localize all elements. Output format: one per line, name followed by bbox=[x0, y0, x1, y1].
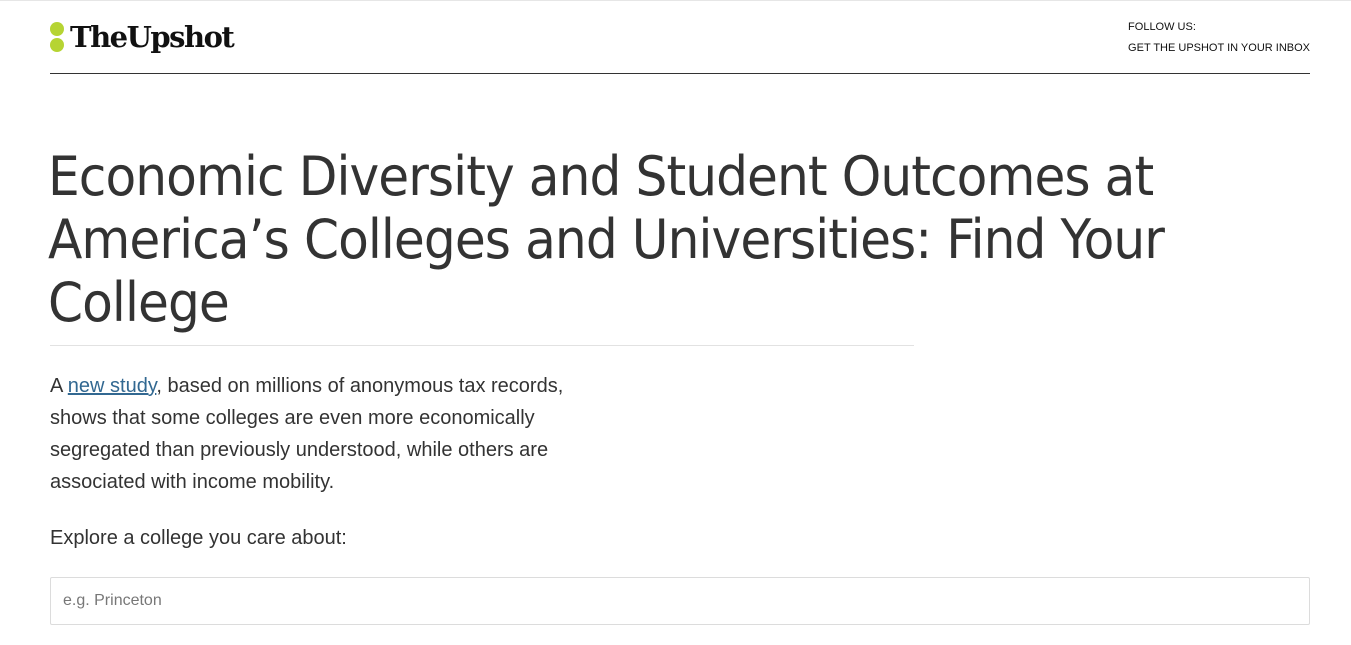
headline-divider bbox=[50, 345, 914, 346]
logo-dots-icon bbox=[50, 20, 66, 54]
logo-text: TheUpshot bbox=[70, 20, 235, 54]
intro-text: segregated than previously understood, w… bbox=[50, 439, 549, 461]
header-links: FOLLOW US: GET THE UPSHOT IN YOUR INBOX bbox=[1128, 18, 1310, 60]
intro-text: shows that some colleges are even more e… bbox=[50, 407, 535, 429]
college-search-input[interactable] bbox=[50, 577, 1310, 625]
intro-text: associated with income mobility. bbox=[50, 471, 335, 493]
newsletter-link[interactable]: GET THE UPSHOT IN YOUR INBOX bbox=[1128, 42, 1310, 54]
intro-prefix: A bbox=[50, 375, 68, 397]
new-study-link[interactable]: new study bbox=[68, 375, 157, 397]
headline-line: America’s Colleges and Universities: Fin… bbox=[48, 208, 1165, 271]
intro-text: , based on millions of anonymous tax rec… bbox=[156, 375, 564, 397]
site-header: TheUpshot FOLLOW US: GET THE UPSHOT IN Y… bbox=[50, 0, 1310, 74]
follow-us-label: FOLLOW US: bbox=[1128, 21, 1196, 33]
intro-paragraph: A new study, based on millions of anonym… bbox=[50, 370, 630, 498]
upshot-logo[interactable]: TheUpshot bbox=[50, 17, 235, 57]
headline-line: College bbox=[48, 271, 230, 334]
explore-label: Explore a college you care about: bbox=[50, 527, 347, 549]
page-title: Economic Diversity and Student Outcomes … bbox=[48, 145, 1220, 334]
headline-line: Economic Diversity and Student Outcomes … bbox=[48, 145, 1154, 208]
